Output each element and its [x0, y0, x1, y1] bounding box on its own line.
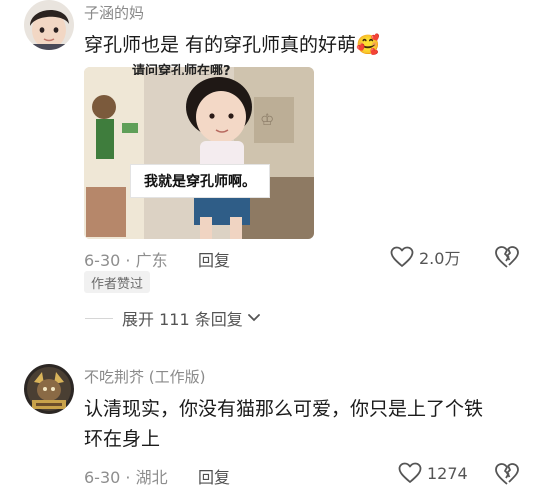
like-button[interactable]: 2.0万 [390, 245, 460, 269]
avatar[interactable] [24, 364, 74, 414]
date: 6-30 [84, 251, 121, 270]
expand-label: 展开 111 条回复 [122, 310, 243, 329]
date: 6-30 [84, 468, 121, 487]
comment-date: 6-30 · 广东 [84, 247, 168, 271]
expand-divider [85, 318, 113, 319]
author-liked-badge: 作者赞过 [84, 271, 150, 293]
avatar-image [24, 364, 74, 414]
reply-button[interactable]: 回复 [198, 247, 230, 271]
meme-picture: ♔ [84, 67, 314, 239]
heart-icon [390, 246, 414, 267]
dislike-button[interactable] [494, 462, 520, 486]
dislike-button[interactable] [494, 245, 520, 269]
comment-1: 子涵的妈 穿孔师也是 有的穿孔师真的好萌🥰 ♔ 请问穿孔师在哪? 我就是穿孔师啊… [0, 0, 535, 340]
reply-button[interactable]: 回复 [198, 464, 230, 488]
separator: · [125, 251, 131, 270]
like-button[interactable]: 1274 [398, 462, 468, 484]
expand-replies-button[interactable]: 展开 111 条回复 [122, 306, 261, 330]
comment-2: 不吃荆芥 (工作版) 认清现实，你没有猫那么可爱，你只是上了个铁 环在身上 6-… [0, 360, 535, 488]
like-count: 2.0万 [419, 249, 461, 268]
comment-date: 6-30 · 湖北 [84, 464, 168, 488]
location: 广东 [135, 251, 168, 270]
chevron-down-icon [247, 314, 260, 322]
avatar-image [24, 0, 74, 50]
comment-text: 穿孔师也是 有的穿孔师真的好萌🥰 [84, 34, 380, 56]
username[interactable]: 不吃荆芥 (工作版) [84, 366, 205, 387]
heart-icon [398, 462, 422, 483]
like-count: 1274 [427, 463, 468, 483]
avatar[interactable] [24, 0, 74, 50]
svg-text:♔: ♔ [260, 110, 274, 129]
comment-image[interactable]: ♔ [84, 67, 314, 239]
meme-caption: 我就是穿孔师啊。 [130, 164, 270, 198]
broken-heart-icon [495, 246, 519, 268]
separator: · [125, 468, 131, 487]
comment-text: 认清现实，你没有猫那么可爱，你只是上了个铁 环在身上 [84, 394, 524, 454]
broken-heart-icon [495, 463, 519, 485]
username[interactable]: 子涵的妈 [84, 2, 144, 23]
comment-text-line: 环在身上 [84, 428, 161, 450]
comment-text-line: 认清现实，你没有猫那么可爱，你只是上了个铁 [84, 398, 484, 420]
meme-top-text: 请问穿孔师在哪? [132, 64, 231, 75]
location: 湖北 [135, 468, 168, 487]
